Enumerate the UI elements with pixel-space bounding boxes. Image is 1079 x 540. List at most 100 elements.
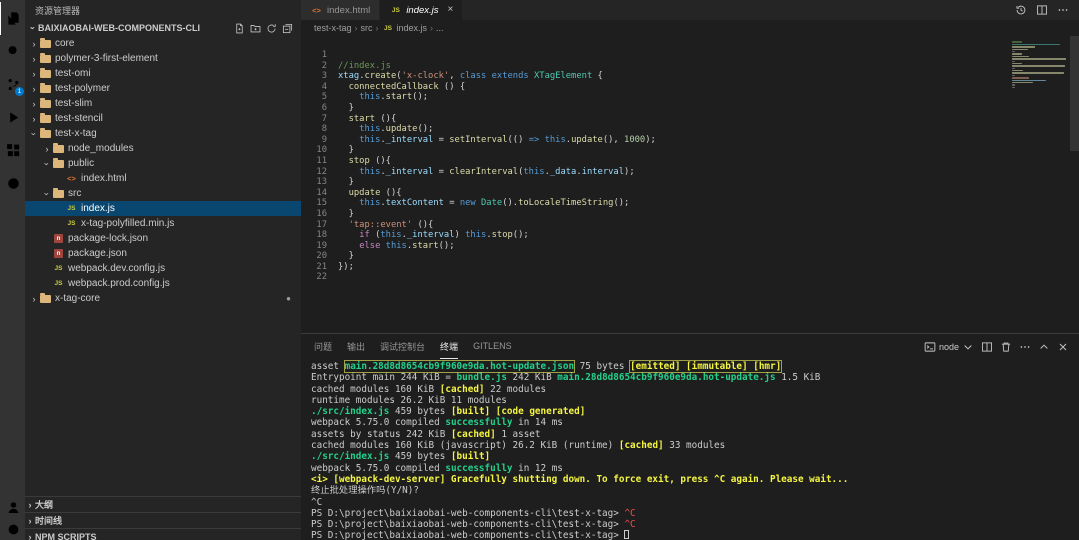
tree-item-test-omi[interactable]: ›test-omi xyxy=(25,66,301,81)
chevron-right-icon[interactable]: › xyxy=(29,84,39,94)
settings-icon[interactable] xyxy=(0,518,25,540)
panel-tab-problems[interactable]: 问题 xyxy=(314,334,332,359)
folder-icon xyxy=(52,190,65,198)
chevron-down-icon[interactable]: › xyxy=(42,159,52,169)
tree-item-polymer-3-first-element[interactable]: ›polymer-3-first-element xyxy=(25,51,301,66)
code-line[interactable]: 3xtag.create('x-clock', class extends XT… xyxy=(301,71,1079,82)
tab-index-html[interactable]: <>index.html xyxy=(301,0,380,20)
terminal-output[interactable]: asset main.28d8d8654cb9f960e9da.hot-upda… xyxy=(301,359,1079,540)
code-line[interactable]: 19 else this.start(); xyxy=(301,241,1079,252)
tree-item-package-lock.json[interactable]: ›npackage-lock.json xyxy=(25,231,301,246)
code-line[interactable]: 17 'tap::event' (){ xyxy=(301,220,1079,231)
breadcrumb-item[interactable]: src xyxy=(361,23,373,33)
split-editor-icon[interactable] xyxy=(1036,4,1048,16)
chevron-right-icon[interactable]: › xyxy=(29,99,39,109)
code-line[interactable]: 8 this.update(); xyxy=(301,124,1079,135)
section-npm-scripts[interactable]: ›NPM SCRIPTS xyxy=(25,528,301,540)
code-line[interactable]: 13 } xyxy=(301,177,1079,188)
chevron-down-icon[interactable]: › xyxy=(42,189,52,199)
breadcrumb-item[interactable]: JSindex.js xyxy=(382,23,428,33)
tree-item-core[interactable]: › core xyxy=(25,36,301,51)
chevron-right-icon[interactable]: › xyxy=(29,114,39,124)
clock-icon[interactable] xyxy=(0,167,25,200)
breadcrumb-item[interactable]: ... xyxy=(436,23,444,33)
tree-item-x-tag-core[interactable]: ›x-tag-core● xyxy=(25,291,301,306)
code-line[interactable]: 16 } xyxy=(301,209,1079,220)
tree-item-package.json[interactable]: ›npackage.json xyxy=(25,246,301,261)
project-root-folder[interactable]: › BAIXIAOBAI-WEB-COMPONENTS-CLI xyxy=(25,20,301,36)
search-icon[interactable] xyxy=(0,35,25,68)
chevron-right-icon[interactable]: › xyxy=(29,54,39,64)
source-control-icon[interactable]: 1 xyxy=(0,68,25,101)
section-timeline[interactable]: ›时间线 xyxy=(25,512,301,528)
code-line[interactable]: 10 } xyxy=(301,145,1079,156)
run-debug-icon[interactable] xyxy=(0,101,25,134)
code-line[interactable]: 14 update (){ xyxy=(301,188,1079,199)
code-line[interactable]: 18 if (this._interval) this.stop(); xyxy=(301,230,1079,241)
panel-tab-debug-console[interactable]: 调试控制台 xyxy=(380,334,425,359)
terminal-line: runtime modules 26.2 KiB 11 modules xyxy=(311,395,1079,406)
minimap[interactable] xyxy=(1010,39,1068,92)
close-icon[interactable]: × xyxy=(448,5,454,15)
tree-item-index.js[interactable]: ›JSindex.js xyxy=(25,201,301,216)
editor-scrollbar[interactable] xyxy=(1070,36,1079,333)
more-icon[interactable] xyxy=(1057,4,1069,16)
account-icon[interactable] xyxy=(0,496,25,518)
tree-item-node-modules[interactable]: ›node_modules xyxy=(25,141,301,156)
tree-item-test-polymer[interactable]: ›test-polymer xyxy=(25,81,301,96)
code-line[interactable]: 15 this.textContent = new Date().toLocal… xyxy=(301,198,1079,209)
panel-tab-terminal[interactable]: 终端 xyxy=(440,334,458,359)
split-terminal-icon[interactable] xyxy=(981,341,993,353)
collapse-all-icon[interactable] xyxy=(282,23,293,34)
tree-item-test-x-tag[interactable]: ›test-x-tag xyxy=(25,126,301,141)
code-line[interactable]: 5 this.start(); xyxy=(301,92,1079,103)
code-text: connectedCallback () { xyxy=(338,82,465,93)
tree-item-x-tag-polyfilled.min.js[interactable]: ›JSx-tag-polyfilled.min.js xyxy=(25,216,301,231)
breadcrumb-item[interactable]: test-x-tag xyxy=(314,23,352,33)
code-line[interactable]: 7 start (){ xyxy=(301,114,1079,125)
js-file-icon: JS xyxy=(65,220,78,227)
code-line[interactable]: 1 xyxy=(301,50,1079,61)
history-icon[interactable] xyxy=(1015,4,1027,16)
section-outline[interactable]: ›大纲 xyxy=(25,496,301,512)
trash-icon[interactable] xyxy=(1000,341,1012,353)
tree-item-webpack.dev.config.js[interactable]: ›JSwebpack.dev.config.js xyxy=(25,261,301,276)
code-line[interactable]: 21}); xyxy=(301,262,1079,273)
chevron-right-icon[interactable]: › xyxy=(29,69,39,79)
extensions-icon[interactable] xyxy=(0,134,25,167)
code-line[interactable]: 9 this._interval = setInterval(() => thi… xyxy=(301,135,1079,146)
chevron-right-icon[interactable]: › xyxy=(42,144,52,154)
close-icon[interactable] xyxy=(1057,341,1069,353)
tree-item-test-stencil[interactable]: ›test-stencil xyxy=(25,111,301,126)
code-line[interactable]: 11 stop (){ xyxy=(301,156,1079,167)
terminal-icon xyxy=(924,341,936,353)
terminal-shell-select[interactable]: node xyxy=(924,341,974,353)
code-line[interactable]: 12 this._interval = clearInterval(this._… xyxy=(301,167,1079,178)
tree-item-src[interactable]: ›src xyxy=(25,186,301,201)
chevron-right-icon: › xyxy=(25,516,35,526)
tree-item-public[interactable]: ›public xyxy=(25,156,301,171)
more-icon[interactable] xyxy=(1019,341,1031,353)
code-line[interactable]: 20 } xyxy=(301,251,1079,262)
tree-item-index.html[interactable]: ›<>index.html xyxy=(25,171,301,186)
chevron-right-icon[interactable]: › xyxy=(29,294,39,304)
code-line[interactable]: 6 } xyxy=(301,103,1079,114)
chevron-right-icon[interactable]: › xyxy=(29,39,39,49)
tree-item-webpack.prod.config.js[interactable]: ›JSwebpack.prod.config.js xyxy=(25,276,301,291)
tree-item-label: core xyxy=(55,38,74,49)
folder-icon xyxy=(52,145,65,153)
chevron-down-icon[interactable]: › xyxy=(29,129,39,139)
panel-tab-gitlens[interactable]: GITLENS xyxy=(473,334,512,359)
chevron-up-icon[interactable] xyxy=(1038,341,1050,353)
tab-index-js[interactable]: JSindex.js× xyxy=(380,0,463,20)
code-line[interactable]: 22 xyxy=(301,272,1079,283)
new-folder-icon[interactable] xyxy=(250,23,261,34)
new-file-icon[interactable] xyxy=(234,23,245,34)
code-editor[interactable]: 12//index.js3xtag.create('x-clock', clas… xyxy=(301,36,1079,333)
tree-item-test-slim[interactable]: ›test-slim xyxy=(25,96,301,111)
explorer-icon[interactable] xyxy=(0,2,25,35)
panel-tab-output[interactable]: 输出 xyxy=(347,334,365,359)
code-line[interactable]: 2//index.js xyxy=(301,61,1079,72)
refresh-icon[interactable] xyxy=(266,23,277,34)
code-line[interactable]: 4 connectedCallback () { xyxy=(301,82,1079,93)
